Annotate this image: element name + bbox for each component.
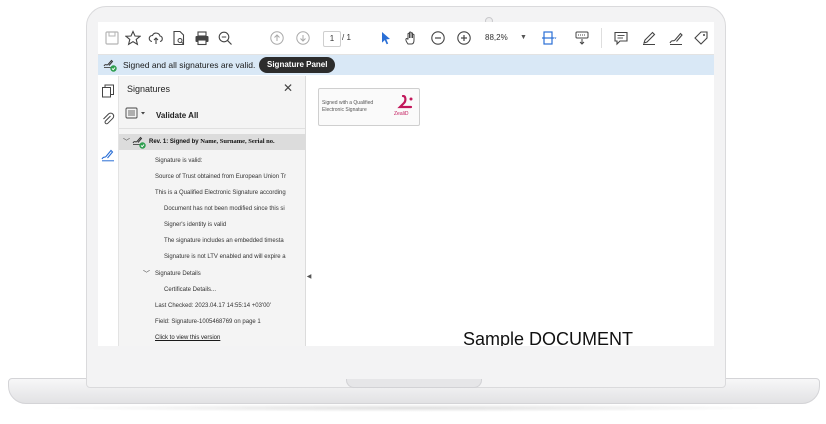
signature-revision-row[interactable]: ﹀ Rev. 1: Signed by Name, Surname, Seria…: [119, 134, 305, 150]
panel-title: Signatures: [127, 84, 171, 94]
print-icon[interactable]: [194, 30, 210, 46]
signature-details-item[interactable]: Signature Details: [155, 271, 201, 277]
select-cursor-icon[interactable]: [378, 30, 394, 46]
tree-item[interactable]: Source of Trust obtained from European U…: [155, 174, 286, 180]
signature-status-bar: Signed and all signatures are valid. Sig…: [98, 55, 714, 75]
chevron-down-icon[interactable]: ▼: [520, 31, 527, 45]
stamp-brand: ZealiD: [394, 111, 409, 117]
hand-tool-icon[interactable]: [403, 30, 419, 46]
tree-sub-item[interactable]: The signature includes an embedded times…: [164, 238, 284, 244]
star-icon[interactable]: [125, 30, 141, 46]
page-total: / 1: [342, 33, 351, 42]
signature-valid-icon: [103, 58, 117, 72]
page-up-icon[interactable]: [269, 30, 285, 46]
zoom-out-icon[interactable]: [430, 30, 446, 46]
chevron-down-icon[interactable]: ﹀: [143, 269, 150, 279]
certificate-details-item[interactable]: Certificate Details...: [164, 287, 216, 293]
tree-item[interactable]: This is a Qualified Electronic Signature…: [155, 190, 286, 196]
signature-status-text: Signed and all signatures are valid.: [123, 60, 256, 70]
tag-edit-icon[interactable]: [693, 30, 709, 46]
panel-divider: [119, 128, 305, 129]
signatures-nav-icon[interactable]: [101, 148, 115, 162]
comment-icon[interactable]: [613, 30, 629, 46]
tree-sub-item[interactable]: Signer's identity is valid: [164, 222, 226, 228]
field-item: Field: Signature-1005468769 on page 1: [155, 319, 261, 325]
pdf-viewer-screen: 1 / 1 88,2% ▼ Signed and all signatures …: [98, 22, 714, 346]
stamp-text: Signed with a Qualified Electronic Signa…: [322, 100, 374, 113]
laptop-shadow: [40, 404, 786, 412]
document-page: Signed with a Qualified Electronic Signa…: [313, 76, 714, 346]
zealid-logo-icon: [397, 94, 417, 109]
page-down-icon[interactable]: [295, 30, 311, 46]
page-number-input[interactable]: 1: [323, 31, 341, 47]
pages-icon[interactable]: [101, 84, 115, 98]
revision-label: Rev. 1: Signed by Name, Surname, Serial …: [149, 138, 275, 145]
signatures-panel: Signatures ✕ Validate All ﹀ Rev. 1: Sign…: [119, 76, 306, 346]
left-navigation-rail: [98, 76, 119, 346]
view-version-link[interactable]: Click to view this version: [155, 335, 220, 341]
document-title: Sample DOCUMENT: [463, 329, 634, 346]
chevron-down-icon[interactable]: ﹀: [123, 137, 130, 147]
upload-cloud-icon[interactable]: [148, 30, 164, 46]
tree-item[interactable]: Signature is valid:: [155, 158, 202, 164]
highlight-pen-icon[interactable]: [641, 30, 657, 46]
file-search-icon[interactable]: [171, 30, 187, 46]
revision-signer: Name, Surname, Serial no.: [200, 138, 275, 145]
last-checked-item: Last Checked: 2023.04.17 14:55:14 +03'00…: [155, 303, 271, 309]
zoom-search-icon[interactable]: [217, 30, 233, 46]
close-icon[interactable]: ✕: [283, 81, 293, 95]
tree-sub-item[interactable]: Document has not been modified since thi…: [164, 206, 285, 212]
attachment-icon[interactable]: [101, 112, 115, 126]
signature-panel-button[interactable]: Signature Panel: [259, 57, 336, 73]
validate-options-icon[interactable]: [125, 106, 151, 120]
signature-valid-icon: [132, 135, 147, 149]
collapse-panel-handle[interactable]: ◀: [305, 270, 313, 284]
tree-sub-item[interactable]: Signature is not LTV enabled and will ex…: [164, 254, 286, 260]
sign-pen-icon[interactable]: [668, 30, 684, 46]
keyboard-scroll-icon[interactable]: [574, 30, 590, 46]
revision-prefix: Rev. 1: Signed by: [149, 139, 199, 145]
validate-all-button[interactable]: Validate All: [156, 111, 198, 120]
save-icon[interactable]: [104, 30, 120, 46]
zoom-in-icon[interactable]: [456, 30, 472, 46]
toolbar-divider: [601, 28, 602, 48]
page-fit-icon[interactable]: [541, 30, 557, 46]
toolbar: 1 / 1 88,2% ▼: [98, 22, 714, 55]
laptop-notch: [346, 379, 482, 388]
signature-stamp[interactable]: Signed with a Qualified Electronic Signa…: [318, 88, 420, 126]
